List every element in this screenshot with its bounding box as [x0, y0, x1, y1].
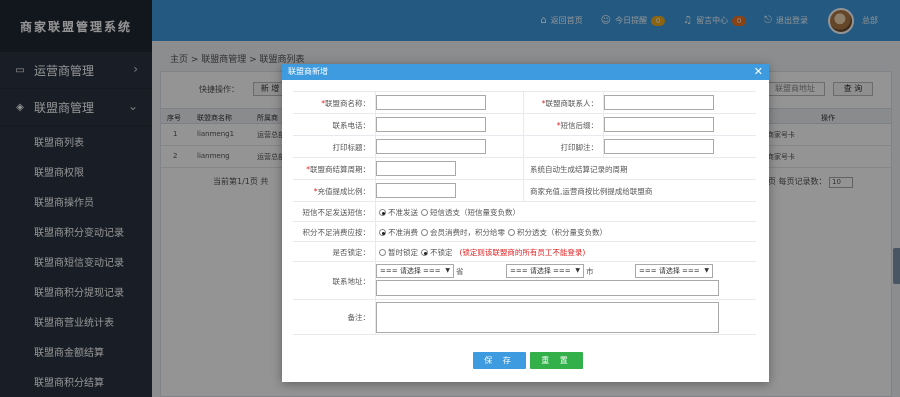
print-header-label: 打印标题： [332, 143, 371, 152]
form-row: *联盟商名称： *联盟商联系人： [293, 91, 756, 113]
lock-hint: (锁定则该联盟商的所有员工不能登录) [459, 248, 586, 257]
alliance-form: *联盟商名称： *联盟商联系人： 联系电话： *短信后缀： 打印标题： 打印脚注… [293, 91, 756, 335]
district-select[interactable]: === 请选择 === ▼ [635, 264, 713, 278]
city-select[interactable]: === 请选择 === ▼ [506, 264, 584, 278]
divider [375, 242, 376, 261]
form-row: 联系地址： === 请选择 === ▼ 省 === 请选择 === ▼ 市 === … [293, 261, 756, 299]
settle-cycle-label: *联盟商结算周期： [306, 165, 370, 174]
name-input[interactable] [376, 95, 486, 110]
settle-cycle-hint: 系统自动生成结算记录的周期 [530, 165, 628, 174]
divider [523, 92, 524, 113]
sms-overdraft-radio[interactable]: 短信透支（短信量变负数） [421, 207, 520, 218]
form-row: 打印标题： 打印脚注： [293, 135, 756, 157]
side-handle[interactable] [893, 248, 900, 284]
contact-label: *联盟商联系人： [541, 99, 598, 108]
add-alliance-dialog: 联盟商新增 ✕ *联盟商名称： *联盟商联系人： 联系电话： *短信后缀： 打印… [282, 64, 769, 382]
save-button[interactable]: 保 存 [473, 352, 526, 369]
caret-down-icon: ▼ [445, 267, 450, 274]
sms-insufficient-label: 短信不足发送短信： [302, 208, 371, 217]
caret-down-icon: ▼ [704, 267, 709, 274]
points-overdraft-radio[interactable]: 积分透支（积分量变负数） [508, 227, 607, 238]
city-suffix: 市 [586, 267, 594, 276]
lock-options: 暂时锁定 不锁定 (锁定则该联盟商的所有员工不能登录) [379, 247, 585, 258]
points-options: 不准消费 会员消费时，积分给零 积分透支（积分量变负数） [379, 227, 610, 238]
sms-suffix-input[interactable] [604, 117, 714, 132]
sms-suffix-label: *短信后缀： [556, 121, 598, 130]
dialog-header: 联盟商新增 ✕ [282, 64, 769, 80]
divider [375, 222, 376, 241]
points-zero-radio[interactable]: 会员消费时，积分给零 [421, 227, 505, 238]
phone-input[interactable] [376, 117, 486, 132]
form-row: 备注： [293, 299, 756, 335]
address-label: 联系地址： [332, 277, 371, 286]
province-select[interactable]: === 请选择 === ▼ [376, 264, 454, 278]
province-suffix: 省 [456, 267, 464, 276]
sms-deny-radio[interactable]: 不准发送 [379, 207, 418, 218]
points-deny-radio[interactable]: 不准消费 [379, 227, 418, 238]
contact-input[interactable] [604, 95, 714, 110]
form-row: *联盟商结算周期： 系统自动生成结算记录的周期 [293, 157, 756, 179]
form-row: 联系电话： *短信后缀： [293, 113, 756, 135]
form-row: *充值提成比例： 商家充值,运营商按比例提成给联盟商 [293, 179, 756, 201]
caret-down-icon: ▼ [575, 267, 580, 274]
name-label: *联盟商名称： [321, 99, 370, 108]
settle-cycle-input[interactable] [376, 161, 456, 176]
recharge-ratio-hint: 商家充值,运营商按比例提成给联盟商 [530, 187, 653, 196]
points-insufficient-label: 积分不足消费应按： [302, 228, 371, 237]
form-row: 积分不足消费应按： 不准消费 会员消费时，积分给零 积分透支（积分量变负数） [293, 221, 756, 241]
lock-none-radio[interactable]: 不锁定 [421, 247, 453, 258]
sms-options: 不准发送 短信透支（短信量变负数） [379, 207, 523, 218]
phone-label: 联系电话： [332, 121, 371, 130]
form-row: 是否锁定： 暂时锁定 不锁定 (锁定则该联盟商的所有员工不能登录) [293, 241, 756, 261]
divider [523, 180, 524, 201]
print-footer-label: 打印脚注： [560, 143, 599, 152]
recharge-ratio-input[interactable] [376, 183, 456, 198]
form-row: 短信不足发送短信： 不准发送 短信透支（短信量变负数） [293, 201, 756, 221]
address-detail-input[interactable] [376, 280, 719, 296]
dialog-title: 联盟商新增 [288, 67, 328, 76]
print-header-input[interactable] [376, 139, 486, 154]
divider [523, 114, 524, 135]
close-icon[interactable]: ✕ [754, 64, 763, 80]
reset-button[interactable]: 重 置 [530, 352, 583, 369]
recharge-ratio-label: *充值提成比例： [313, 187, 370, 196]
divider [523, 136, 524, 157]
lock-label: 是否锁定： [332, 248, 371, 257]
divider [375, 202, 376, 221]
divider [523, 158, 524, 179]
print-footer-input[interactable] [604, 139, 714, 154]
remark-label: 备注： [347, 313, 371, 322]
lock-temp-radio[interactable]: 暂时锁定 [379, 247, 418, 258]
remark-textarea[interactable] [376, 302, 719, 333]
